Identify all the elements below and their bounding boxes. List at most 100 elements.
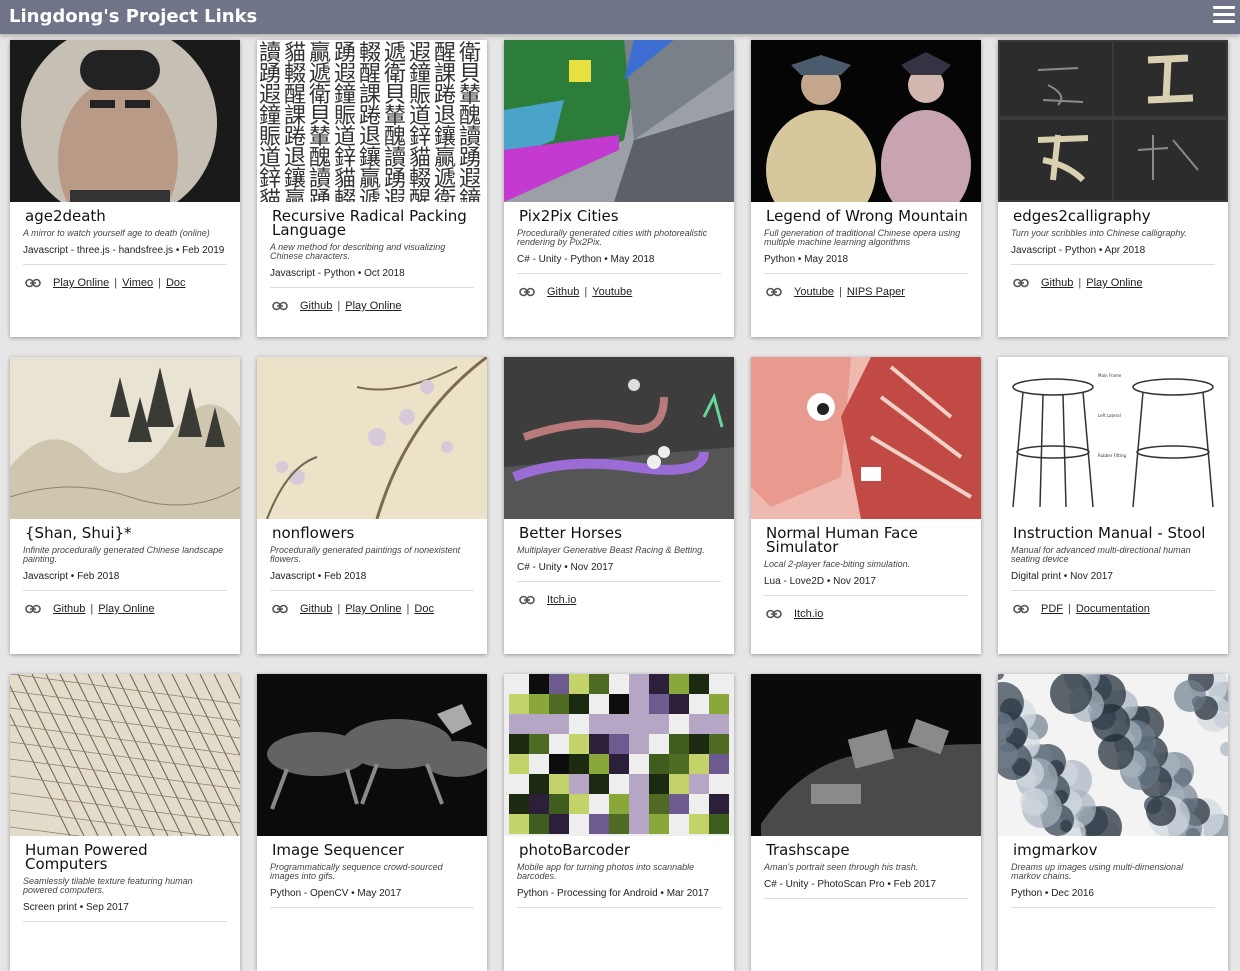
svg-text:鐘: 鐘 (459, 188, 481, 202)
project-title: Recursive Radical Packing Language (272, 207, 467, 239)
project-link-play-online[interactable]: Play Online (345, 603, 401, 615)
project-meta: Python • Dec 2016 (1011, 888, 1094, 899)
project-link-youtube[interactable]: Youtube (592, 286, 632, 298)
project-card[interactable]: 讀貓贏踴輟遞遐醒衛踴輟遞遐醒衛鐘課貝遐醒衛鐘課貝賑踡輦鐘課貝賑踡輦道退醜賑踡輦道… (257, 40, 487, 337)
project-description: Mobile app for turning photos into scann… (517, 862, 695, 881)
project-links: Youtube | NIPS Paper (766, 286, 968, 298)
project-card[interactable]: Human Powered Computers Seamlessly tilabl… (10, 674, 240, 971)
divider (1011, 907, 1215, 908)
project-card[interactable]: photoBarcoder Mobile app for turning phot… (504, 674, 734, 971)
project-link-vimeo[interactable]: Vimeo (122, 277, 153, 289)
project-card[interactable]: imgmarkov Dreams up images using multi-di… (998, 674, 1228, 971)
link-icon (272, 301, 288, 311)
project-links: Github | Youtube (519, 286, 721, 298)
project-title: age2death (25, 207, 106, 225)
project-thumbnail[interactable] (998, 40, 1228, 202)
project-title: Better Horses (519, 524, 622, 542)
project-thumbnail[interactable] (10, 40, 240, 202)
project-thumbnail[interactable] (751, 357, 981, 519)
project-title: Legend of Wrong Mountain (766, 207, 968, 225)
project-description: Seamlessly tilable texture featuring hum… (23, 876, 193, 895)
project-thumbnail[interactable] (10, 357, 240, 519)
project-card[interactable]: edges2calligraphy Turn your scribbles int… (998, 40, 1228, 337)
project-card[interactable]: Image Sequencer Programmatically sequence… (257, 674, 487, 971)
divider (23, 590, 227, 591)
project-link-play-online[interactable]: Play Online (53, 277, 109, 289)
project-links: Github | Play Online (1013, 277, 1215, 289)
page-title: Lingdong's Project Links (9, 6, 258, 27)
link-icon (519, 287, 535, 297)
project-description: Full generation of traditional Chinese o… (764, 228, 961, 247)
divider (517, 273, 721, 274)
project-links: Itch.io (519, 594, 721, 606)
project-link-itch-io[interactable]: Itch.io (794, 608, 823, 620)
project-meta: Javascript - Python • Apr 2018 (1011, 245, 1146, 256)
project-thumbnail[interactable] (998, 674, 1228, 836)
svg-text:醒: 醒 (409, 188, 431, 202)
project-links: Play Online | Vimeo | Doc (25, 277, 227, 289)
link-icon (766, 287, 782, 297)
project-link-doc[interactable]: Doc (414, 603, 434, 615)
project-card[interactable]: Trashscape Aman's portrait seen through h… (751, 674, 981, 971)
hamburger-menu-icon[interactable] (1213, 6, 1235, 24)
svg-text:Rubber Fitting: Rubber Fitting (1098, 453, 1126, 458)
project-link-play-online[interactable]: Play Online (345, 300, 401, 312)
project-link-play-online[interactable]: Play Online (1086, 277, 1142, 289)
project-link-pdf[interactable]: PDF (1041, 603, 1063, 615)
project-thumbnail[interactable] (504, 40, 734, 202)
project-link-github[interactable]: Github (547, 286, 579, 298)
project-link-nips-paper[interactable]: NIPS Paper (847, 286, 905, 298)
project-links: Github | Play Online (25, 603, 227, 615)
link-icon (25, 604, 41, 614)
link-separator: | (114, 277, 118, 289)
divider (764, 595, 968, 596)
project-thumbnail[interactable] (751, 40, 981, 202)
project-link-youtube[interactable]: Youtube (794, 286, 834, 298)
project-description: Dreams up images using multi-dimensional… (1011, 862, 1184, 881)
project-card[interactable]: Normal Human Face Simulator Local 2-playe… (751, 357, 981, 654)
link-separator: | (838, 286, 842, 298)
project-title: Normal Human Face Simulator (766, 524, 918, 556)
project-card[interactable]: Main Frame Left Lateral Rubber Fitting Inst… (998, 357, 1228, 654)
project-links: Github | Play Online | Doc (272, 603, 474, 615)
project-card[interactable]: {Shan, Shui}* Infinite procedurally gener… (10, 357, 240, 654)
project-title: Trashscape (766, 841, 850, 859)
divider (23, 921, 227, 922)
project-link-documentation[interactable]: Documentation (1076, 603, 1150, 615)
project-thumbnail[interactable] (10, 674, 240, 836)
project-card[interactable]: age2death A mirror to watch yourself age … (10, 40, 240, 337)
project-description: Infinite procedurally generated Chinese … (23, 545, 224, 564)
project-link-play-online[interactable]: Play Online (98, 603, 154, 615)
project-card[interactable]: Legend of Wrong Mountain Full generation … (751, 40, 981, 337)
project-thumbnail[interactable] (257, 357, 487, 519)
link-separator: | (406, 603, 410, 615)
project-thumbnail[interactable] (504, 357, 734, 519)
project-thumbnail[interactable] (504, 674, 734, 836)
project-thumbnail[interactable] (751, 674, 981, 836)
project-link-github[interactable]: Github (300, 300, 332, 312)
project-link-doc[interactable]: Doc (166, 277, 186, 289)
project-link-github[interactable]: Github (53, 603, 85, 615)
project-meta: Python - Processing for Android • Mar 20… (517, 888, 709, 899)
divider (517, 581, 721, 582)
link-separator: | (1068, 603, 1071, 615)
project-thumbnail[interactable] (257, 674, 487, 836)
project-description: A new method for describing and visualiz… (270, 242, 446, 261)
project-card[interactable]: Better Horses Multiplayer Generative Beas… (504, 357, 734, 654)
link-icon (519, 595, 535, 605)
project-link-github[interactable]: Github (1041, 277, 1073, 289)
project-meta: Javascript • Feb 2018 (270, 571, 367, 582)
svg-text:遐: 遐 (384, 188, 406, 202)
project-link-github[interactable]: Github (300, 603, 332, 615)
project-card[interactable]: nonflowers Procedurally generated paintin… (257, 357, 487, 654)
link-separator: | (337, 300, 341, 312)
project-card[interactable]: Pix2Pix Cities Procedurally generated cit… (504, 40, 734, 337)
project-thumbnail[interactable]: 讀貓贏踴輟遞遐醒衛踴輟遞遐醒衛鐘課貝遐醒衛鐘課貝賑踡輦鐘課貝賑踡輦道退醜賑踡輦道… (257, 40, 487, 202)
link-separator: | (337, 603, 341, 615)
svg-text:衛: 衛 (434, 188, 456, 202)
divider (1011, 590, 1215, 591)
divider (270, 907, 474, 908)
project-meta: Javascript • Feb 2018 (23, 571, 120, 582)
project-link-itch-io[interactable]: Itch.io (547, 594, 576, 606)
project-thumbnail[interactable]: Main Frame Left Lateral Rubber Fitting (998, 357, 1228, 519)
